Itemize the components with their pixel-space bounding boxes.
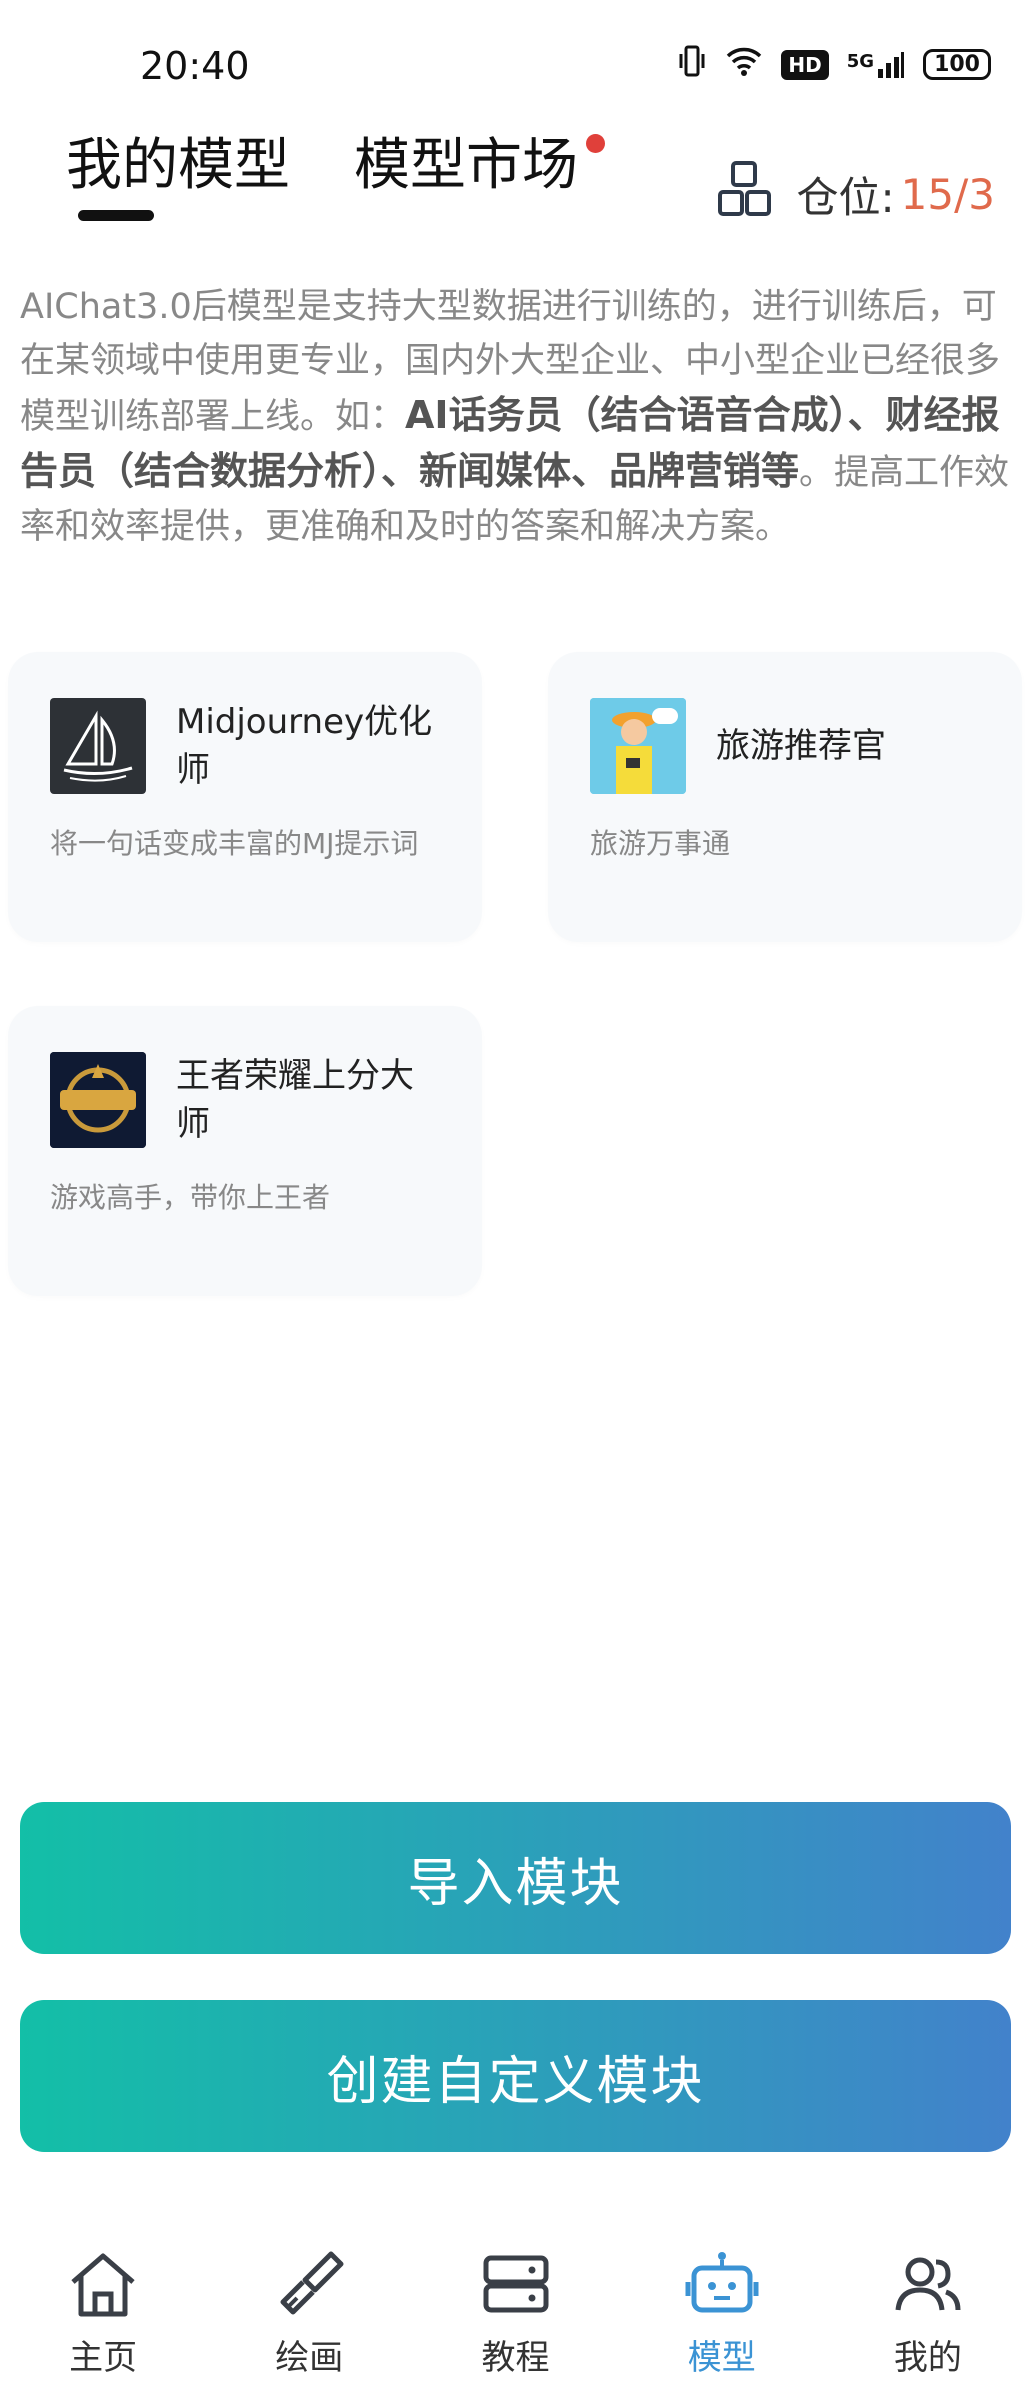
brush-icon [271, 2248, 347, 2324]
model-title: 王者荣耀上分大师 [176, 1056, 414, 1144]
import-module-button[interactable]: 导入模块 [20, 1802, 1011, 1954]
tab-model-market[interactable]: 模型市场 [354, 120, 578, 201]
status-icons: HD 5G 100 [677, 44, 991, 85]
slot-used: 15 [900, 169, 955, 219]
server-icon [478, 2248, 554, 2324]
status-time: 20:40 [140, 44, 250, 88]
nav-label: 绘画 [275, 2338, 344, 2378]
model-title: 旅游推荐官 [716, 726, 886, 766]
tab-my-models[interactable]: 我的模型 [66, 120, 290, 201]
intro-text: AIChat3.0后模型是支持大型数据进行训练的，进行训练后，可在某领域中使用更… [20, 280, 1010, 554]
battery-indicator: 100 [923, 49, 991, 80]
nav-label: 模型 [687, 2338, 756, 2378]
game-logo [50, 1052, 146, 1148]
users-icon [890, 2248, 966, 2324]
boxes-icon [717, 160, 797, 228]
home-icon [65, 2248, 141, 2324]
model-title: Midjourney优化师 [176, 702, 433, 790]
slot-separator: / [954, 169, 969, 219]
hd-badge: HD [781, 49, 829, 80]
slot-indicator: 仓位: 15 / 3 [717, 160, 995, 228]
model-desc: 将一句话变成丰富的MJ提示词 [50, 827, 419, 860]
slot-total: 3 [968, 169, 995, 219]
vibrate-icon [677, 44, 707, 85]
nav-item-mine[interactable]: 我的 [825, 2220, 1031, 2400]
model-desc: 游戏高手，带你上王者 [50, 1181, 331, 1214]
nav-item-drawing[interactable]: 绘画 [206, 2220, 412, 2400]
sailboat-logo [50, 698, 146, 794]
notification-dot [586, 134, 605, 153]
wifi-icon [725, 46, 763, 83]
nav-label: 我的 [893, 2338, 962, 2378]
network-type: 5G [846, 50, 875, 72]
nav-label: 教程 [481, 2338, 550, 2378]
nav-item-home[interactable]: 主页 [0, 2220, 206, 2400]
nav-item-model[interactable]: 模型 [619, 2220, 825, 2400]
slot-label: 仓位: [796, 172, 895, 222]
status-bar: 20:40 HD 5G 100 [0, 0, 1031, 130]
model-card[interactable]: 旅游推荐官 旅游万事通 [548, 652, 1022, 942]
nav-item-tutorial[interactable]: 教程 [412, 2220, 618, 2400]
active-tab-indicator [78, 210, 154, 221]
travel-girl-avatar [590, 698, 686, 794]
model-card[interactable]: 王者荣耀上分大师 游戏高手，带你上王者 [8, 1006, 482, 1296]
bottom-nav: 主页 绘画 教程 模型 我的 [0, 2220, 1031, 2400]
model-card[interactable]: Midjourney优化师 将一句话变成丰富的MJ提示词 [8, 652, 482, 942]
nav-label: 主页 [69, 2338, 138, 2378]
robot-icon [684, 2248, 760, 2324]
create-custom-module-button[interactable]: 创建自定义模块 [20, 2000, 1011, 2152]
model-desc: 旅游万事通 [590, 827, 731, 860]
signal-icon: 5G [847, 51, 905, 79]
